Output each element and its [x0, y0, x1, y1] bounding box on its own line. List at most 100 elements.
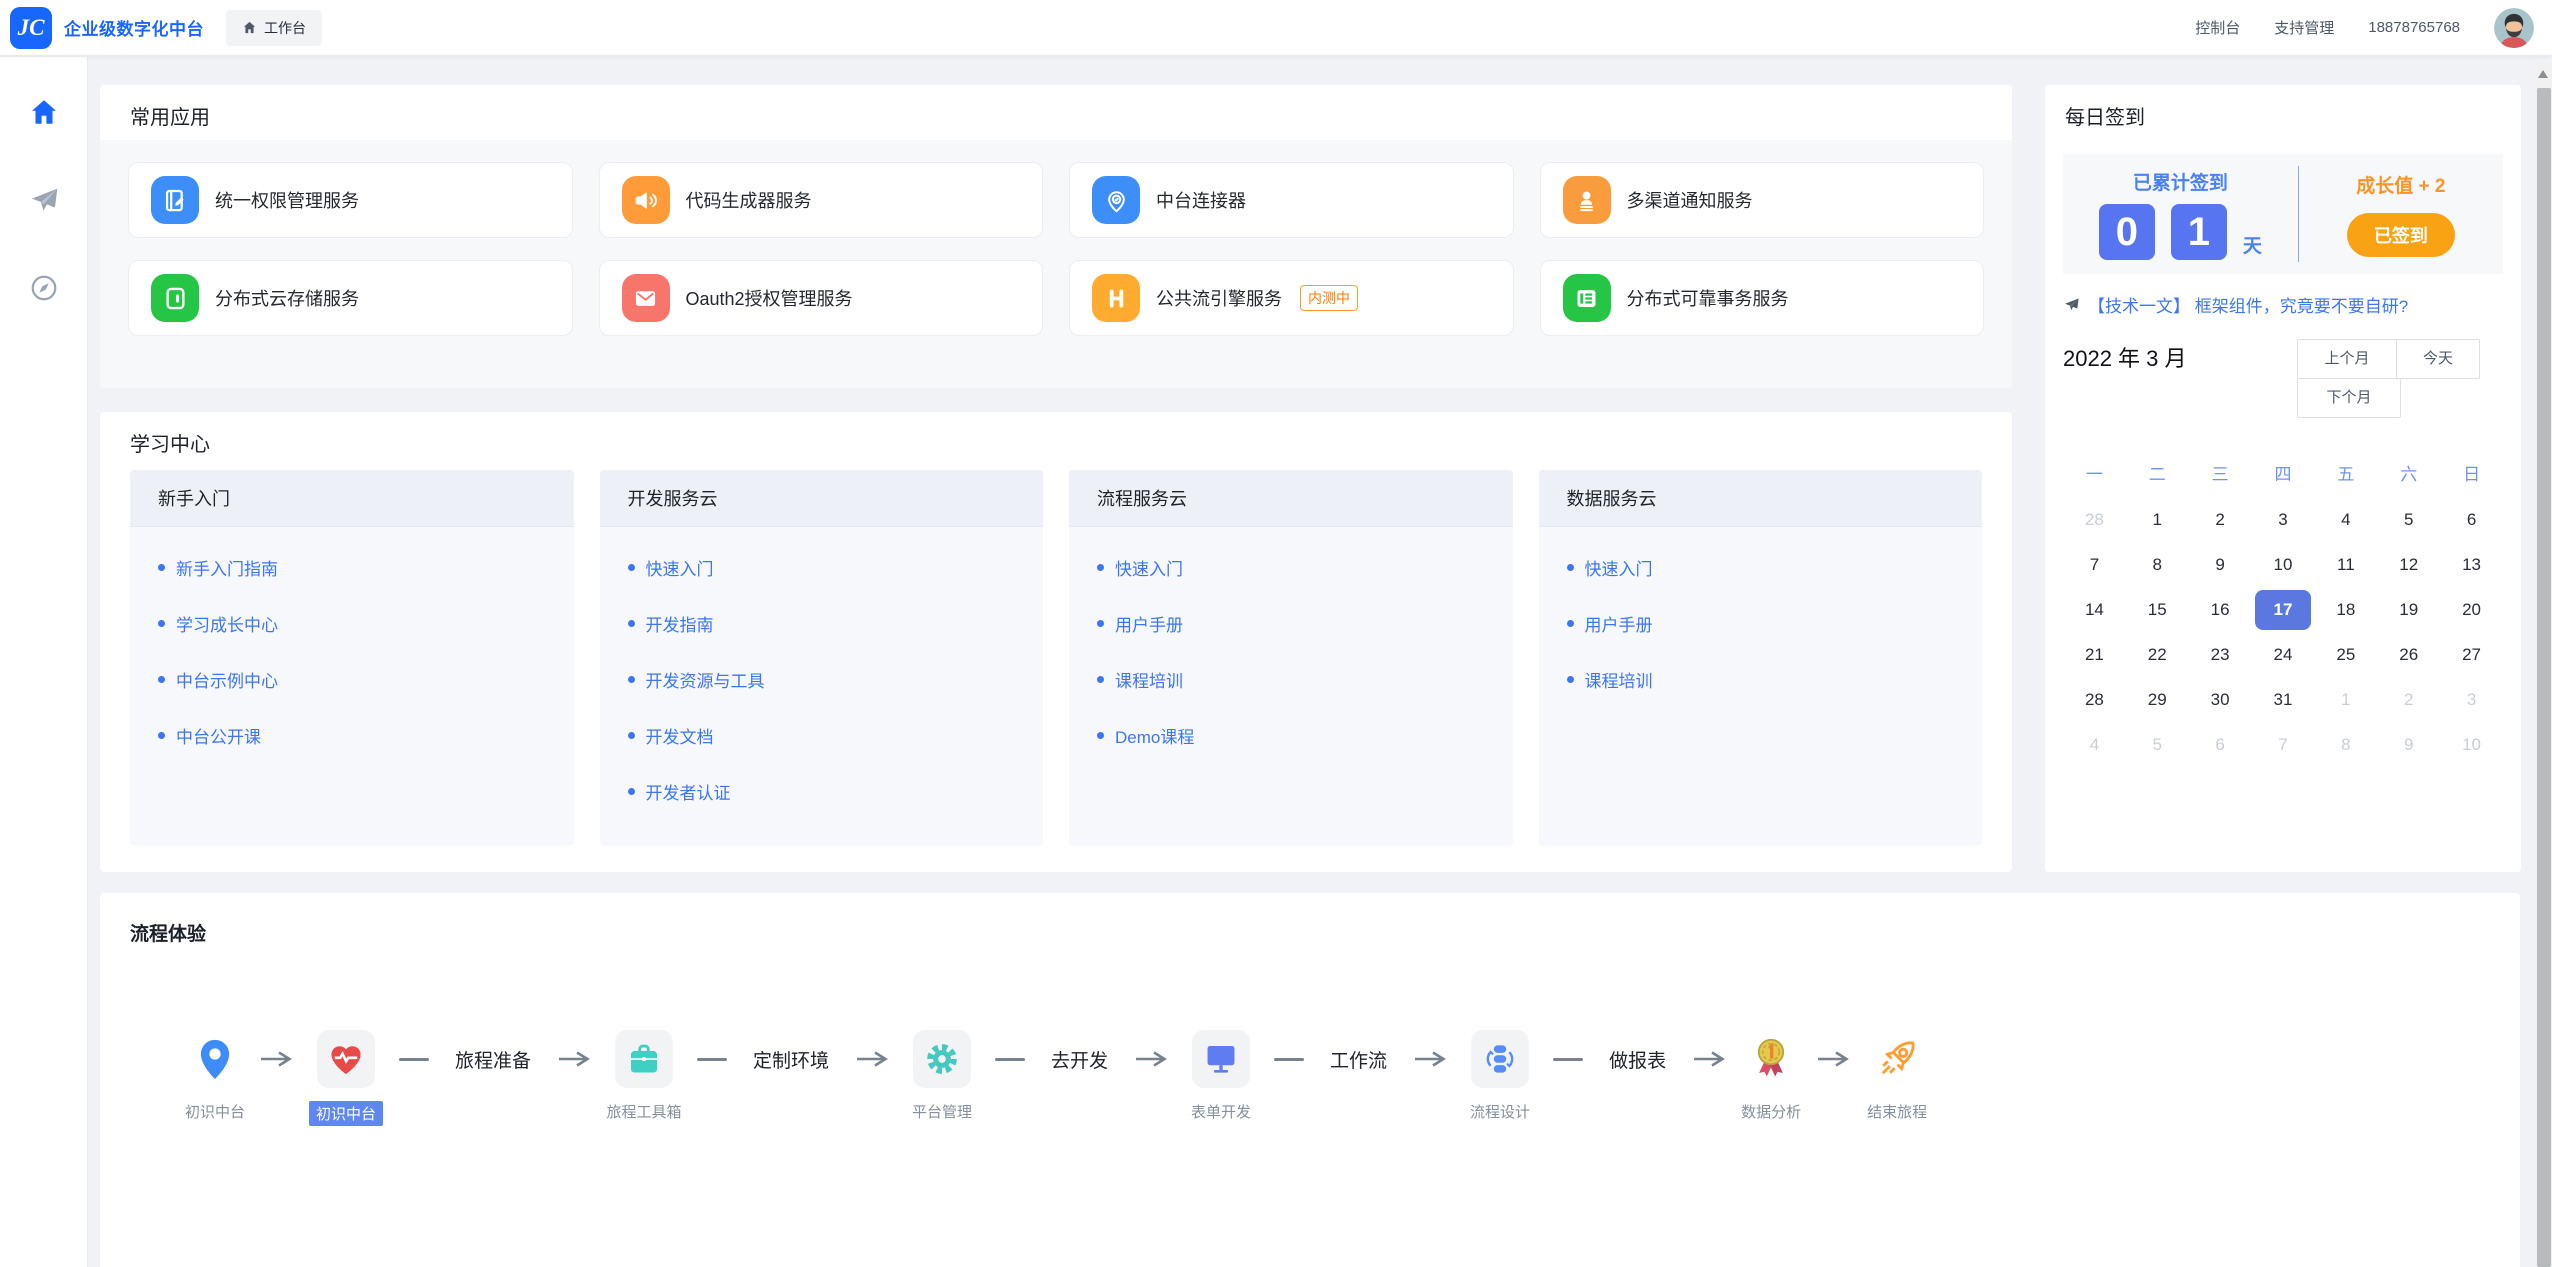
app-card-3[interactable]: 中台连接器 [1069, 162, 1514, 238]
calendar-day[interactable]: 19 [2381, 590, 2437, 630]
scrollbar[interactable] [2535, 62, 2552, 1267]
calendar-day[interactable]: 3 [2255, 500, 2311, 540]
learning-link-label: 中台公开课 [176, 723, 261, 748]
learning-link[interactable]: 中台公开课 [158, 725, 546, 745]
calendar-day[interactable]: 4 [2066, 725, 2122, 765]
calendar-day[interactable]: 12 [2381, 545, 2437, 585]
next-month-button[interactable]: 下个月 [2297, 378, 2401, 418]
learning-link[interactable]: 开发者认证 [628, 781, 1016, 801]
calendar-day[interactable]: 15 [2129, 590, 2185, 630]
calendar-day[interactable]: 14 [2066, 590, 2122, 630]
checkin-digit-ones: 1 [2171, 204, 2227, 260]
learning-link[interactable]: 用户手册 [1567, 613, 1955, 633]
learning-link[interactable]: 开发指南 [628, 613, 1016, 633]
calendar-day[interactable]: 22 [2129, 635, 2185, 675]
learning-link[interactable]: 快速入门 [1567, 557, 1955, 577]
nav-support[interactable]: 支持管理 [2274, 17, 2334, 38]
app-card-2[interactable]: 代码生成器服务 [599, 162, 1044, 238]
flow-node-monitor[interactable]: 表单开发 [1192, 1030, 1250, 1088]
calendar-day[interactable]: 25 [2318, 635, 2374, 675]
sidebar-item-discover[interactable] [27, 271, 61, 305]
calendar-day[interactable]: 30 [2192, 680, 2248, 720]
app-card-1[interactable]: 统一权限管理服务 [128, 162, 573, 238]
flow-node-briefcase[interactable]: 旅程工具箱 [615, 1030, 673, 1088]
calendar-day[interactable]: 28 [2066, 680, 2122, 720]
learning-link[interactable]: 开发资源与工具 [628, 669, 1016, 689]
calendar-day[interactable]: 1 [2129, 500, 2185, 540]
flow-node-gear[interactable]: 平台管理 [913, 1030, 971, 1088]
learning-link[interactable]: 快速入门 [1097, 557, 1485, 577]
calendar-day-selected[interactable]: 17 [2255, 590, 2311, 630]
calendar-day[interactable]: 29 [2129, 680, 2185, 720]
learning-link[interactable]: 课程培训 [1567, 669, 1955, 689]
flow-node-location-pin[interactable]: 初识中台 [195, 1030, 235, 1088]
calendar-day[interactable]: 24 [2255, 635, 2311, 675]
connector-pin-icon [1092, 176, 1140, 224]
calendar-day[interactable]: 7 [2255, 725, 2311, 765]
calendar-day[interactable]: 18 [2318, 590, 2374, 630]
sidebar-item-home[interactable] [27, 95, 61, 129]
flow-node-heart-pulse[interactable]: 初识中台 [317, 1030, 375, 1088]
calendar-day[interactable]: 5 [2381, 500, 2437, 540]
prev-month-button[interactable]: 上个月 [2297, 339, 2397, 379]
tab-workbench[interactable]: 工作台 [226, 10, 322, 46]
calendar-day[interactable]: 7 [2066, 545, 2122, 585]
learning-link[interactable]: 课程培训 [1097, 669, 1485, 689]
app-header: JC 企业级数字化中台 工作台 控制台 支持管理 18878765768 [0, 0, 2552, 56]
user-avatar[interactable] [2494, 8, 2534, 48]
signed-in-button[interactable]: 已签到 [2347, 213, 2455, 257]
calendar-day[interactable]: 4 [2318, 500, 2374, 540]
calendar-day[interactable]: 8 [2318, 725, 2374, 765]
scrollbar-thumb[interactable] [2537, 88, 2551, 1267]
calendar-day[interactable]: 2 [2381, 680, 2437, 720]
calendar-day[interactable]: 9 [2192, 545, 2248, 585]
calendar-day[interactable]: 26 [2381, 635, 2437, 675]
common-apps-title: 常用应用 [100, 85, 2012, 146]
flow-node-flowchart[interactable]: 流程设计 [1471, 1030, 1529, 1088]
app-card-4[interactable]: 多渠道通知服务 [1540, 162, 1985, 238]
flow-node-label: 初识中台 [309, 1101, 383, 1126]
bullet-dot-icon [628, 620, 635, 627]
calendar-day[interactable]: 10 [2255, 545, 2311, 585]
learning-link[interactable]: 中台示例中心 [158, 669, 546, 689]
checkin-unit: 天 [2243, 231, 2262, 260]
calendar-day[interactable]: 9 [2381, 725, 2437, 765]
calendar-day[interactable]: 13 [2444, 545, 2500, 585]
calendar-day[interactable]: 28 [2066, 500, 2122, 540]
app-card-8[interactable]: 分布式可靠事务服务 [1540, 260, 1985, 336]
calendar-day[interactable]: 23 [2192, 635, 2248, 675]
flow-node-rocket[interactable]: 结束旅程 [1874, 1030, 1920, 1088]
calendar-day[interactable]: 8 [2129, 545, 2185, 585]
learning-link[interactable]: 快速入门 [628, 557, 1016, 577]
calendar-day[interactable]: 3 [2444, 680, 2500, 720]
app-card-7[interactable]: 公共流引擎服务 内测中 [1069, 260, 1514, 336]
calendar-day[interactable]: 21 [2066, 635, 2122, 675]
learning-link[interactable]: 新手入门指南 [158, 557, 546, 577]
calendar-day[interactable]: 5 [2129, 725, 2185, 765]
learning-link[interactable]: Demo课程 [1097, 725, 1485, 745]
calendar-day[interactable]: 6 [2192, 725, 2248, 765]
nav-console[interactable]: 控制台 [2195, 17, 2240, 38]
tech-article-link[interactable]: 【技术一文】 框架组件，究竟要不要自研? [2063, 292, 2503, 317]
calendar-day[interactable]: 10 [2444, 725, 2500, 765]
flow-node-label: 初识中台 [185, 1101, 245, 1122]
learning-link-label: 用户手册 [1585, 611, 1653, 636]
brand-logo[interactable]: JC [10, 7, 52, 49]
app-card-5[interactable]: 分布式云存储服务 [128, 260, 573, 336]
calendar-day[interactable]: 31 [2255, 680, 2311, 720]
calendar-day[interactable]: 6 [2444, 500, 2500, 540]
sidebar-item-send[interactable] [27, 183, 61, 217]
calendar-day[interactable]: 11 [2318, 545, 2374, 585]
scroll-up-arrow-icon[interactable] [2538, 70, 2548, 78]
learning-link[interactable]: 用户手册 [1097, 613, 1485, 633]
app-card-6[interactable]: Oauth2授权管理服务 [599, 260, 1044, 336]
calendar-day[interactable]: 2 [2192, 500, 2248, 540]
flow-node-medal[interactable]: 数据分析 [1750, 1030, 1792, 1088]
calendar-day[interactable]: 16 [2192, 590, 2248, 630]
learning-link[interactable]: 学习成长中心 [158, 613, 546, 633]
today-button[interactable]: 今天 [2396, 339, 2480, 379]
calendar-day[interactable]: 1 [2318, 680, 2374, 720]
learning-link[interactable]: 开发文档 [628, 725, 1016, 745]
calendar-day[interactable]: 27 [2444, 635, 2500, 675]
calendar-day[interactable]: 20 [2444, 590, 2500, 630]
